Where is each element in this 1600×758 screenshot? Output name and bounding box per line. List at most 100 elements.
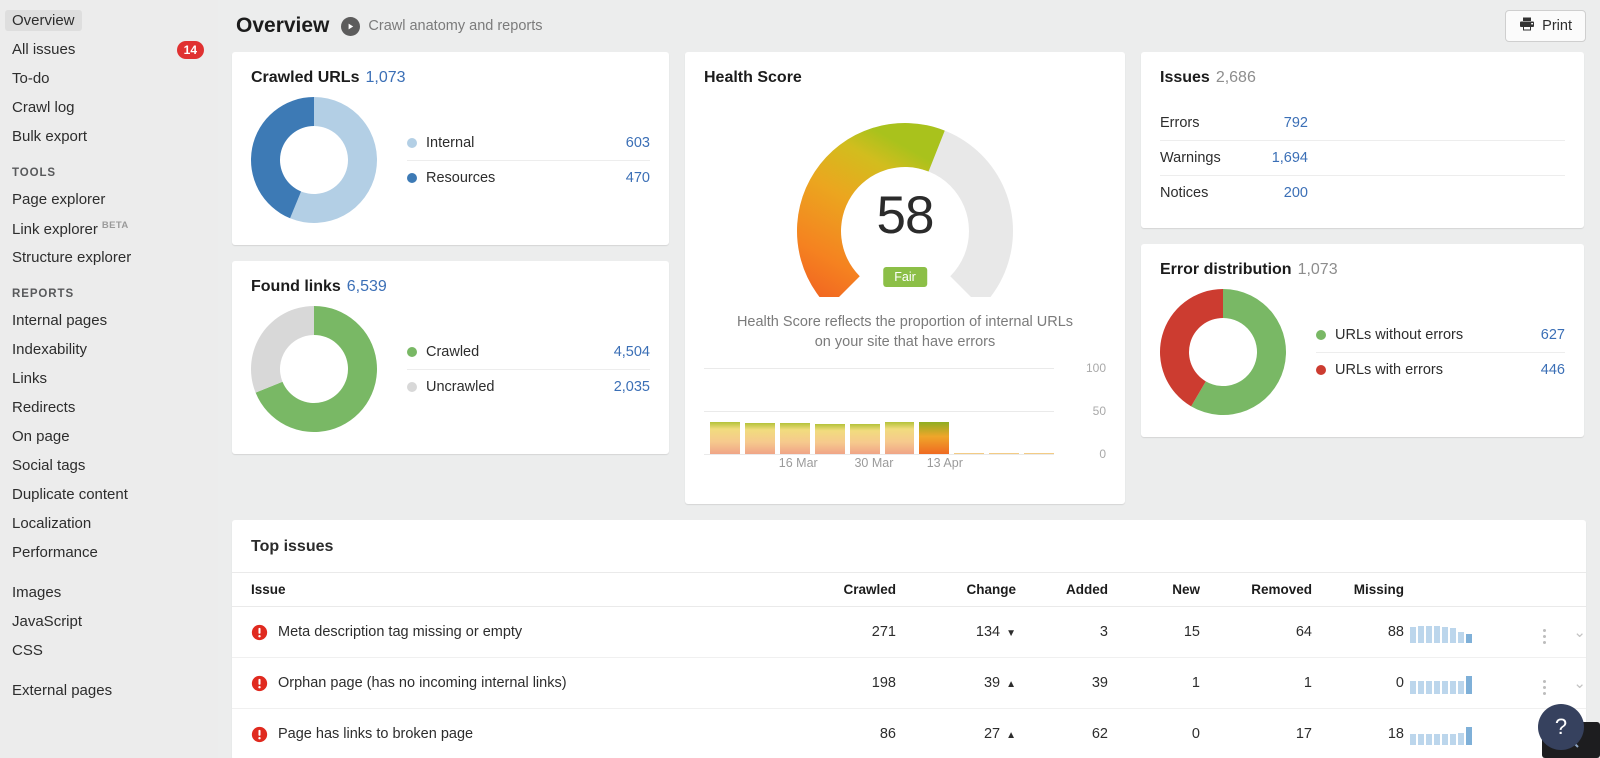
column-header-crawled[interactable]: Crawled (804, 572, 896, 607)
sidebar-item-internal-pages[interactable]: Internal pages (0, 306, 218, 335)
sparkline-bar (1442, 681, 1448, 694)
sidebar-item-crawl-log[interactable]: Crawl log (0, 93, 218, 122)
issues-bar-value: 792 (1283, 114, 1308, 131)
table-row[interactable]: Orphan page (has no incoming internal li… (232, 657, 1586, 709)
sidebar-divider-1 (0, 567, 218, 578)
issues-bar-row[interactable]: Notices 200 (1160, 175, 1565, 210)
issue-name-cell: Meta description tag missing or empty (232, 606, 804, 658)
sidebar-item-indexability[interactable]: Indexability (0, 335, 218, 364)
crawled-urls-donut[interactable] (251, 97, 377, 223)
cards-row: Crawled URLs 1,073 Internal 603 Resources 47… (232, 52, 1586, 504)
sidebar-item-javascript[interactable]: JavaScript (0, 607, 218, 636)
sidebar-item-localization[interactable]: Localization (0, 509, 218, 538)
sparkline-bar (1466, 634, 1472, 643)
column-header-blank (1404, 572, 1512, 607)
sidebar-item-label: Link explorer BETA (12, 219, 129, 238)
more-options-icon[interactable] (1543, 629, 1546, 644)
change-value: 39 ▲ (896, 657, 1016, 709)
sidebar-item-images[interactable]: Images (0, 578, 218, 607)
sidebar-item-link-explorer[interactable]: Link explorer BETA (0, 214, 218, 243)
column-header-new[interactable]: New (1108, 572, 1200, 607)
legend-color-dot (407, 137, 417, 148)
help-button[interactable]: ? (1538, 704, 1584, 750)
history-bar[interactable] (919, 421, 950, 455)
added-value: 39 (1016, 657, 1108, 709)
history-bar[interactable] (884, 422, 915, 455)
sidebar-item-to-do[interactable]: To-do (0, 64, 218, 93)
sidebar-item-label: Duplicate content (12, 486, 128, 503)
legend-label: URLs without errors (1335, 326, 1464, 343)
chevron-down-icon[interactable]: ⌄ (1573, 624, 1586, 641)
error-icon (251, 624, 268, 640)
crawled-value: 86 (804, 708, 896, 758)
column-header-change[interactable]: Change (896, 572, 1016, 607)
sidebar-external-group: External pages (0, 676, 218, 705)
sidebar-item-structure-explorer[interactable]: Structure explorer (0, 243, 218, 272)
row-menu-cell (1512, 606, 1546, 658)
history-bar[interactable] (710, 422, 740, 455)
removed-value: 17 (1200, 708, 1312, 758)
issues-bar-label: Notices (1160, 185, 1209, 201)
sidebar-item-links[interactable]: Links (0, 364, 218, 393)
issues-title-text: Issues (1160, 69, 1210, 86)
print-button[interactable]: Print (1505, 10, 1586, 42)
left-column: Crawled URLs 1,073 Internal 603 Resources 47… (232, 52, 669, 504)
sidebar-item-overview[interactable]: Overview (0, 6, 218, 35)
column-header-issue[interactable]: Issue (232, 572, 804, 607)
sparkline-bar (1418, 734, 1424, 745)
column-header-removed[interactable]: Removed (1200, 572, 1312, 607)
column-header-missing[interactable]: Missing (1312, 572, 1404, 607)
print-button-label: Print (1542, 18, 1572, 34)
legend-color-dot (407, 346, 417, 357)
legend-color-dot (407, 382, 417, 392)
sidebar-item-css[interactable]: CSS (0, 636, 218, 665)
beta-tag: BETA (101, 219, 129, 231)
sidebar-item-social-tags[interactable]: Social tags (0, 451, 218, 480)
sparkline-bar (1458, 733, 1464, 745)
history-bar[interactable] (1024, 452, 1055, 455)
history-bar[interactable] (744, 422, 775, 455)
sidebar-item-all-issues[interactable]: All issues 14 (0, 35, 218, 64)
error-distribution-card: Error distribution 1,073 URLs without err… (1141, 244, 1584, 437)
legend-color-dot (1316, 365, 1326, 375)
issue-name: Orphan page (has no incoming internal li… (278, 675, 567, 691)
sidebar-item-label: Indexability (12, 341, 88, 358)
sidebar-item-redirects[interactable]: Redirects (0, 393, 218, 422)
legend-color-dot (1316, 329, 1326, 340)
column-header-added[interactable]: Added (1016, 572, 1108, 607)
table-row[interactable]: Page has links to broken page 86 27 ▲ 62 0 17 1… (232, 708, 1586, 758)
history-bar[interactable] (814, 423, 845, 455)
x-tick-label: 30 Mar (854, 456, 894, 471)
play-circle-icon[interactable] (341, 16, 361, 36)
error-distribution-donut[interactable] (1160, 289, 1286, 415)
chart-bars[interactable] (710, 398, 1055, 455)
history-bar[interactable] (989, 452, 1020, 455)
issues-bar-row[interactable]: Warnings 1,694 (1160, 140, 1565, 175)
chevron-down-icon[interactable]: ⌄ (1573, 675, 1586, 692)
sidebar-item-external-pages[interactable]: External pages (0, 676, 218, 705)
sidebar-item-performance[interactable]: Performance (0, 538, 218, 567)
issues-bar-row[interactable]: Errors 792 (1160, 105, 1565, 140)
history-bar[interactable] (954, 452, 985, 455)
health-score-gauge-area: 58 Fair Health Score reflects the propor… (685, 87, 1125, 352)
sidebar-item-bulk-export[interactable]: Bulk export (0, 122, 218, 151)
page-header: Overview Crawl anatomy and reports Print (218, 0, 1600, 52)
sidebar-item-on-page[interactable]: On page (0, 422, 218, 451)
sidebar-section-reports: REPORTS (12, 288, 75, 300)
sidebar-item-duplicate-content[interactable]: Duplicate content (0, 480, 218, 509)
legend-value: 4,504 (613, 343, 650, 360)
more-options-icon[interactable] (1543, 680, 1546, 695)
change-value: 134 ▼ (896, 606, 1016, 658)
found-links-donut-slice[interactable] (251, 306, 314, 393)
dashboard-board: Crawled URLs 1,073 Internal 603 Resources 47… (218, 52, 1600, 758)
error-distribution-donut-svg (1160, 289, 1286, 415)
sparkline-bar (1458, 632, 1464, 643)
sidebar-item-label: External pages (12, 682, 113, 699)
history-bar[interactable] (849, 423, 880, 455)
history-bar[interactable] (779, 422, 810, 455)
row-expand-cell: ⌄ (1546, 606, 1586, 658)
sparkline-bar (1410, 681, 1416, 694)
found-links-donut[interactable] (251, 306, 377, 432)
sidebar-item-page-explorer[interactable]: Page explorer (0, 185, 218, 214)
table-row[interactable]: Meta description tag missing or empty 271… (232, 606, 1586, 658)
